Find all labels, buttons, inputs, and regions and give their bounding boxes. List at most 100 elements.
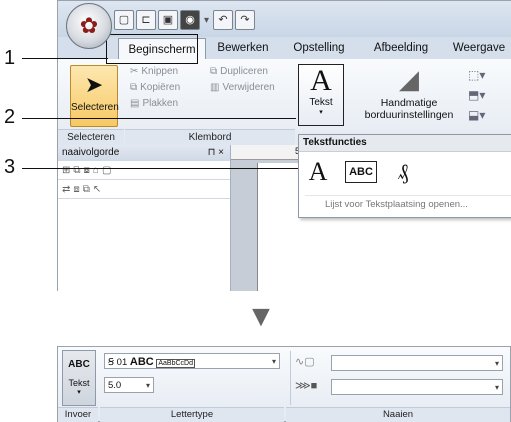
text-button[interactable]: A Tekst ▾ bbox=[298, 64, 344, 126]
outline-stitch-icon[interactable]: ∿▢ bbox=[295, 355, 315, 368]
callout-number-1: 1 bbox=[4, 47, 16, 69]
size-value: 5.0 bbox=[108, 380, 122, 391]
tab-bewerken[interactable]: Bewerken bbox=[208, 37, 278, 59]
preview-icon[interactable]: ◉ bbox=[180, 10, 200, 30]
app-logo-icon: ✿ bbox=[79, 13, 99, 38]
copy-icon: ⧉ bbox=[130, 81, 138, 93]
paste-label: Plakken bbox=[142, 97, 179, 109]
application-button[interactable]: ✿ bbox=[66, 3, 112, 49]
front-icon[interactable]: ⧈ bbox=[73, 184, 79, 195]
outline-sewing-select[interactable]: ▾ bbox=[331, 355, 503, 371]
chevron-down-icon: ▾ bbox=[77, 389, 81, 396]
font-sample-name: ABC bbox=[129, 356, 154, 368]
paste-button[interactable]: ▤ Plakken bbox=[130, 95, 290, 111]
font-select[interactable]: Ꞩ 01 ABC AaBbCcDd ▾ bbox=[104, 353, 280, 369]
embroidery-shape-icon: ◢ bbox=[399, 64, 419, 94]
select-all-icon[interactable]: ⊞ bbox=[62, 165, 70, 176]
tab-weergave[interactable]: Weergave bbox=[446, 37, 511, 59]
monogram-option[interactable]: ₰ bbox=[387, 157, 419, 187]
small-tools-column: ⬚▾ ⬒▾ ⬓▾ bbox=[468, 65, 498, 125]
size-select[interactable]: 5.0 ▾ bbox=[104, 377, 154, 393]
cursor-arrow-icon: ➤ bbox=[84, 72, 104, 97]
abc-option[interactable]: ABC bbox=[341, 157, 381, 187]
cut-label: Knippen bbox=[141, 65, 179, 77]
save-icon[interactable]: ▣ bbox=[158, 10, 178, 30]
move-icon[interactable]: ⇄ bbox=[62, 184, 70, 195]
group-label-lettertype: Lettertype bbox=[100, 407, 284, 422]
redo-icon[interactable]: ↷ bbox=[235, 10, 256, 30]
chevron-down-icon: ▾ bbox=[145, 381, 150, 390]
cursor-icon[interactable]: ↖ bbox=[93, 184, 101, 195]
callout-number-3: 3 bbox=[4, 156, 16, 178]
quick-access-toolbar: ▢ ⊏ ▣ ◉ ▾ ↶ ↷ bbox=[114, 9, 256, 31]
chevron-down-icon: ▾ bbox=[494, 359, 499, 368]
manual-label-1: Handmatige bbox=[380, 97, 438, 109]
group-label-select: Selecteren bbox=[58, 129, 124, 146]
abc-text-button[interactable]: ABC Tekst ▾ bbox=[62, 350, 96, 406]
dropdown-header: Tekstfuncties bbox=[299, 135, 511, 152]
monogram-icon: ₰ bbox=[397, 160, 409, 185]
font-sample-prefix: Ꞩ 01 bbox=[108, 357, 128, 368]
duplicate-label: Dupliceren bbox=[220, 65, 268, 77]
text-placement-list-link[interactable]: Lijst voor Tekstplaatsing openen... bbox=[305, 195, 511, 214]
paste-icon: ▤ bbox=[130, 97, 140, 109]
qat-separator: ▾ bbox=[204, 14, 210, 26]
back-icon[interactable]: ⧉ bbox=[83, 184, 90, 195]
panel-toolbar-row-1: ⊞ ⧉ ⧇ ⌂ ▢ bbox=[58, 161, 230, 180]
chevron-down-icon: ▾ bbox=[319, 109, 323, 116]
shape-tool-icon[interactable]: ⬚▾ bbox=[468, 65, 498, 85]
abc-label: ABC bbox=[345, 161, 377, 183]
fill-tool-icon[interactable]: ⬒▾ bbox=[468, 85, 498, 105]
text-button-label: Tekst bbox=[309, 97, 333, 108]
fill-stitch-icon[interactable]: ⋙■ bbox=[295, 379, 317, 392]
manual-embroidery-settings-button[interactable]: ◢ Handmatige borduurinstellingen bbox=[358, 63, 460, 129]
edit-tools: ⧉ Dupliceren ▥ Verwijderen bbox=[210, 63, 300, 95]
group-icon[interactable]: ⧉ bbox=[73, 165, 80, 176]
manual-label-2: borduurinstellingen bbox=[364, 109, 454, 121]
panel-toolbar-row-2: ⇄ ⧈ ⧉ ↖ bbox=[58, 180, 230, 199]
panel-title: naaivolgorde ⊓ × bbox=[58, 145, 230, 161]
group-label-invoer: Invoer bbox=[58, 407, 98, 422]
undo-icon[interactable]: ↶ bbox=[213, 10, 234, 30]
fill-sewing-select[interactable]: ▾ bbox=[331, 379, 503, 395]
callout-box-tab bbox=[106, 34, 198, 64]
duplicate-icon: ⧉ bbox=[210, 65, 218, 77]
tab-afbeelding[interactable]: Afbeelding bbox=[363, 37, 439, 59]
sewing-order-panel: naaivolgorde ⊓ × ⊞ ⧉ ⧇ ⌂ ▢ ⇄ ⧈ ⧉ ↖ bbox=[58, 145, 231, 291]
text-ribbon: ABC Tekst ▾ Invoer Ꞩ 01 ABC AaBbCcDd ▾ 5… bbox=[57, 346, 511, 422]
text-functions-dropdown: Tekstfuncties A ABC ₰ Lijst voor Tekstpl… bbox=[298, 134, 511, 218]
stitch-tool-icon[interactable]: ⬓▾ bbox=[468, 105, 498, 125]
duplicate-button[interactable]: ⧉ Dupliceren bbox=[210, 63, 300, 79]
tekst-label: Tekst bbox=[68, 378, 90, 388]
delete-button[interactable]: ▥ Verwijderen bbox=[210, 79, 300, 95]
ribbon: ➤ Selecteren ✂ Knippen ⧉ Kopiëren ▤ Plakken… bbox=[58, 59, 511, 146]
abc-icon-label: ABC bbox=[68, 359, 90, 370]
ungroup-icon[interactable]: ⧇ bbox=[84, 165, 90, 176]
text-a-icon: A bbox=[308, 157, 328, 186]
group-label-naaien: Naaien bbox=[286, 407, 510, 422]
group-label-clipboard: Klembord bbox=[125, 129, 295, 146]
chevron-down-icon: ▾ bbox=[494, 383, 499, 392]
scissors-icon: ✂ bbox=[130, 65, 139, 77]
font-samples: AaBbCcDd bbox=[156, 359, 196, 368]
trash-icon: ▥ bbox=[210, 81, 220, 93]
frame-icon[interactable]: ▢ bbox=[102, 165, 111, 176]
sewing-attributes: ∿▢ ▾ ⋙■ ▾ bbox=[290, 351, 507, 405]
text-a-icon: A bbox=[310, 64, 332, 97]
select-button-label: Selecteren bbox=[71, 102, 119, 113]
copy-label: Kopiëren bbox=[140, 81, 181, 93]
callout-line-2 bbox=[22, 118, 296, 119]
chevron-down-icon: ▾ bbox=[271, 357, 276, 366]
callout-line-3 bbox=[22, 168, 340, 169]
text-a-option[interactable]: A bbox=[303, 157, 333, 187]
open-file-icon[interactable]: ⊏ bbox=[136, 10, 156, 30]
panel-pin-close-icon[interactable]: ⊓ × bbox=[208, 145, 224, 161]
tab-opstelling[interactable]: Opstelling bbox=[283, 37, 355, 59]
callout-line-1 bbox=[22, 58, 108, 59]
new-file-icon[interactable]: ▢ bbox=[114, 10, 134, 30]
panel-title-text: naaivolgorde bbox=[62, 147, 120, 158]
callout-number-2: 2 bbox=[4, 106, 16, 128]
lock-icon[interactable]: ⌂ bbox=[93, 165, 99, 176]
delete-label: Verwijderen bbox=[222, 81, 275, 93]
down-arrow-icon: ▼ bbox=[246, 300, 276, 333]
